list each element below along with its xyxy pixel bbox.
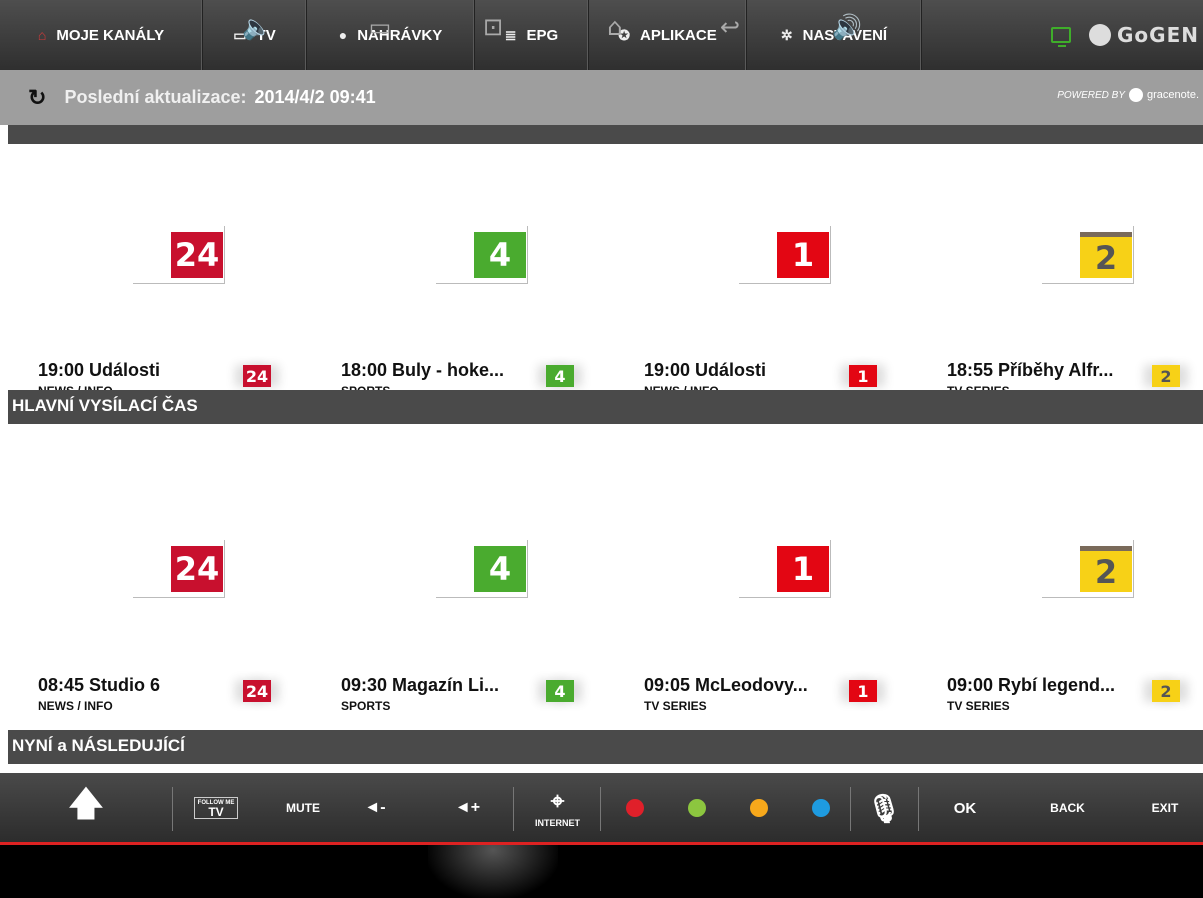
program-title: 18:55 Příběhy Alfr... [947, 360, 1114, 380]
last-update-value: 2014/4/2 09:41 [254, 87, 376, 107]
channel-logo-small: 24 [243, 680, 271, 702]
yellow-dot [750, 799, 768, 817]
record-icon: ● [338, 27, 348, 43]
gear-icon: ✲ [780, 26, 793, 43]
recent-apps-icon[interactable]: ▭ [355, 0, 405, 53]
internet-label: INTERNET [535, 818, 580, 828]
back-icon[interactable]: ↩ [705, 0, 755, 53]
divider [513, 787, 514, 831]
program-genre: TV SERIES [644, 699, 707, 713]
powered-by-label: POWERED BY [1057, 89, 1126, 101]
channel-logo: 1 [777, 232, 829, 278]
program-genre: SPORTS [341, 699, 391, 713]
section-divider [8, 125, 1203, 144]
program-title: 09:00 Rybí legend... [947, 675, 1116, 695]
program-thumbnail[interactable]: 24 [133, 540, 225, 598]
program-title: 09:30 Magazín Li... [341, 675, 500, 695]
exit-button[interactable]: EXIT [1140, 773, 1190, 843]
microphone-icon: 🎙 [866, 792, 902, 824]
program-thumbnail[interactable]: 4 [436, 226, 528, 284]
red-button[interactable] [620, 773, 650, 843]
divider [918, 787, 919, 831]
divider [600, 787, 601, 831]
up-arrow-icon: 🡅 [68, 784, 104, 823]
program-thumbnail[interactable]: 1 [739, 226, 831, 284]
channel-logo: 24 [171, 546, 223, 592]
yellow-button[interactable] [744, 773, 774, 843]
channel-logo-small: 2 [1152, 680, 1180, 702]
channel-logo-small: 4 [546, 365, 574, 387]
cursor-globe-icon: ⌖ [550, 788, 565, 815]
mute-button[interactable]: MUTE [274, 773, 332, 843]
program-genre: TV SERIES [947, 699, 1010, 713]
channel-logo-small: 24 [243, 365, 271, 387]
follow-me-tv-button[interactable]: FOLLOW ME TV [190, 773, 242, 843]
home-icon: ⌂ [37, 27, 47, 43]
channel-logo-small: 1 [849, 365, 877, 387]
gracenote-logo-icon [1129, 88, 1144, 102]
refresh-icon[interactable]: ↻ [28, 85, 46, 111]
gogen-logo: GoGEN [1089, 23, 1199, 47]
blue-button[interactable] [806, 773, 836, 843]
program-thumbnail[interactable]: 24 [133, 226, 225, 284]
program-title: 19:00 Události [38, 360, 161, 380]
brand-area: GoGEN [922, 0, 1203, 70]
channel-logo: 24 [171, 232, 223, 278]
program-title: 18:00 Buly - hoke... [341, 360, 505, 380]
update-bar: ↻ Poslední aktualizace: 2014/4/2 09:41 P… [0, 70, 1203, 125]
internet-button[interactable]: ⌖ INTERNET [520, 773, 595, 843]
program-title: 19:00 Události [644, 360, 767, 380]
channel-logo: 1 [777, 546, 829, 592]
gracenote-label: gracenote. [1147, 89, 1199, 101]
screen-share-icon[interactable] [1051, 27, 1072, 47]
green-dot [688, 799, 706, 817]
program-thumbnail[interactable]: 1 [739, 540, 831, 598]
divider [850, 787, 851, 831]
nav-label: EPG [526, 26, 559, 44]
program-title: 08:45 Studio 6 [38, 675, 161, 695]
follow-me-tv-icon: FOLLOW ME TV [193, 797, 239, 819]
program-title: 09:05 McLeodovy... [644, 675, 808, 695]
up-arrow-button[interactable]: 🡅 [0, 773, 172, 843]
program-genre: NEWS / INFO [38, 699, 113, 713]
powered-by-gracenote: POWERED BY gracenote. [1057, 88, 1199, 102]
volume-up-button[interactable]: ◄+ [440, 773, 495, 843]
program-thumbnail[interactable]: 2 [1042, 540, 1134, 598]
volume-up-icon[interactable]: 🔊 [822, 0, 872, 53]
section-now-next: NYNÍ a NÁSLEDUJÍCÍ [8, 730, 1203, 764]
divider [172, 787, 173, 831]
program-thumbnail[interactable]: 4 [436, 540, 528, 598]
system-navigation-bar [0, 845, 1203, 898]
remote-control-bar: 🡅 FOLLOW ME TV MUTE ◄- ◄+ ⌖ INTERNET 🎙 O… [0, 773, 1203, 845]
follow-tv-label: TV [208, 805, 224, 819]
channel-logo: 4 [474, 232, 526, 278]
voice-button[interactable]: 🎙 [856, 773, 912, 843]
channel-logo: 2 [1080, 546, 1132, 592]
section-prime-time: HLAVNÍ VYSÍLACÍ ČAS [8, 390, 1203, 424]
nav-label: MOJE KANÁLY [56, 26, 165, 44]
brand-name: GoGEN [1117, 23, 1199, 47]
green-button[interactable] [682, 773, 712, 843]
gogen-logo-icon [1089, 24, 1112, 46]
ok-button[interactable]: OK [935, 773, 995, 843]
last-update-label: Poslední aktualizace: [64, 87, 247, 107]
channel-logo-small: 4 [546, 680, 574, 702]
channel-logo-small: 1 [849, 680, 877, 702]
screenshot-icon[interactable]: ⊡ [468, 0, 518, 53]
nav-my-channels[interactable]: ⌂ MOJE KANÁLY [0, 0, 203, 70]
blue-dot [812, 799, 830, 817]
channel-logo: 2 [1080, 232, 1132, 278]
home-glow [428, 845, 558, 898]
channel-logo-small: 2 [1152, 365, 1180, 387]
channel-logo: 4 [474, 546, 526, 592]
volume-down-button[interactable]: ◄- [350, 773, 400, 843]
back-button[interactable]: BACK [1040, 773, 1095, 843]
volume-down-icon[interactable]: 🔈 [232, 0, 282, 53]
red-dot [626, 799, 644, 817]
home-icon[interactable]: ⌂ [590, 0, 640, 53]
program-thumbnail[interactable]: 2 [1042, 226, 1134, 284]
